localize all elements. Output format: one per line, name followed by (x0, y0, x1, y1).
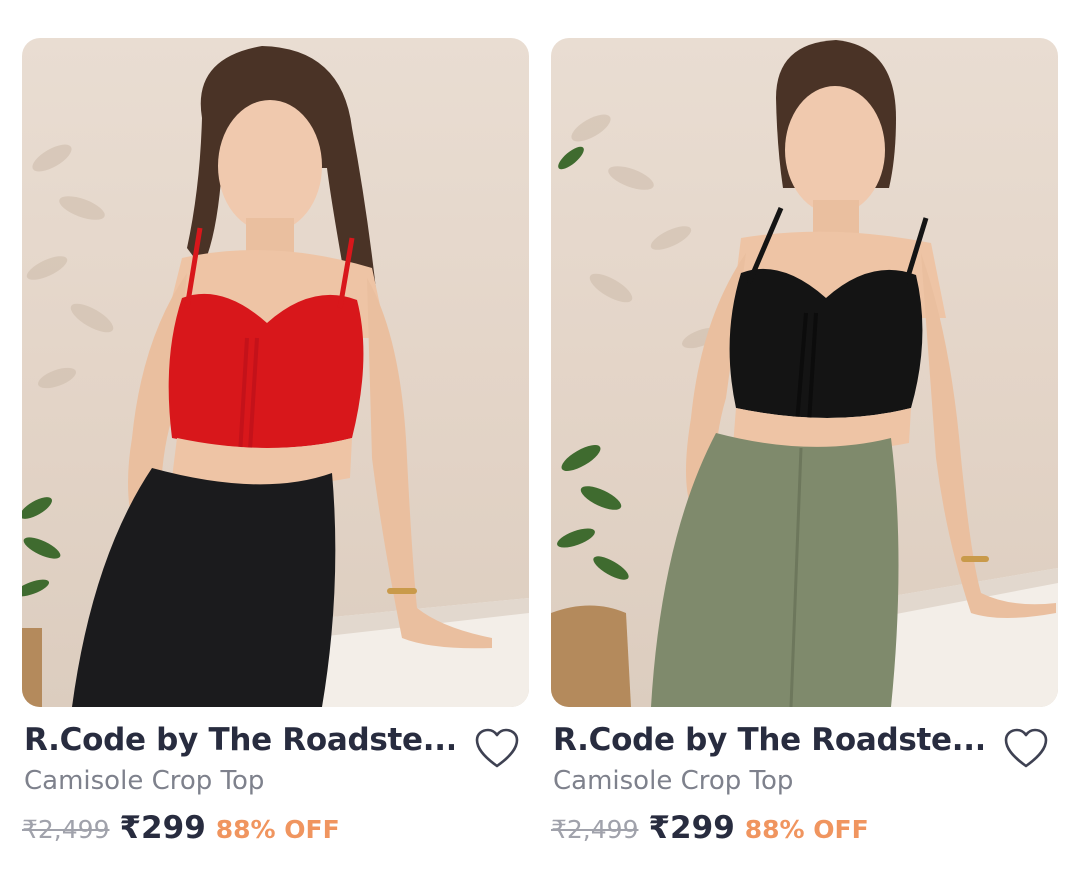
product-image[interactable] (22, 38, 529, 707)
brand-name[interactable]: R.Code by The Roadste... (553, 722, 983, 758)
selling-price: ₹299 (119, 810, 206, 846)
product-photo-red-camisole (22, 46, 529, 707)
mrp-price: ₹2,499 (551, 815, 639, 844)
discount-badge: 88% OFF (215, 815, 340, 844)
price-row: ₹2,499 ₹299 88% OFF (551, 810, 869, 850)
product-image[interactable] (551, 38, 1058, 707)
product-card[interactable]: R.Code by The Roadste... Camisole Crop T… (551, 38, 1058, 858)
product-photo-black-camisole (551, 40, 1058, 707)
price-row: ₹2,499 ₹299 88% OFF (22, 810, 340, 850)
product-name: Camisole Crop Top (24, 766, 265, 796)
heart-outline-icon[interactable] (1002, 726, 1050, 770)
mrp-price: ₹2,499 (22, 815, 110, 844)
title-row: R.Code by The Roadste... (22, 722, 529, 768)
brand-name[interactable]: R.Code by The Roadste... (24, 722, 454, 758)
product-grid: R.Code by The Roadste... Camisole Crop T… (0, 0, 1080, 884)
heart-outline-icon[interactable] (473, 726, 521, 770)
product-name: Camisole Crop Top (553, 766, 794, 796)
title-row: R.Code by The Roadste... (551, 722, 1058, 768)
discount-badge: 88% OFF (744, 815, 869, 844)
product-card[interactable]: R.Code by The Roadste... Camisole Crop T… (22, 38, 529, 858)
selling-price: ₹299 (648, 810, 735, 846)
